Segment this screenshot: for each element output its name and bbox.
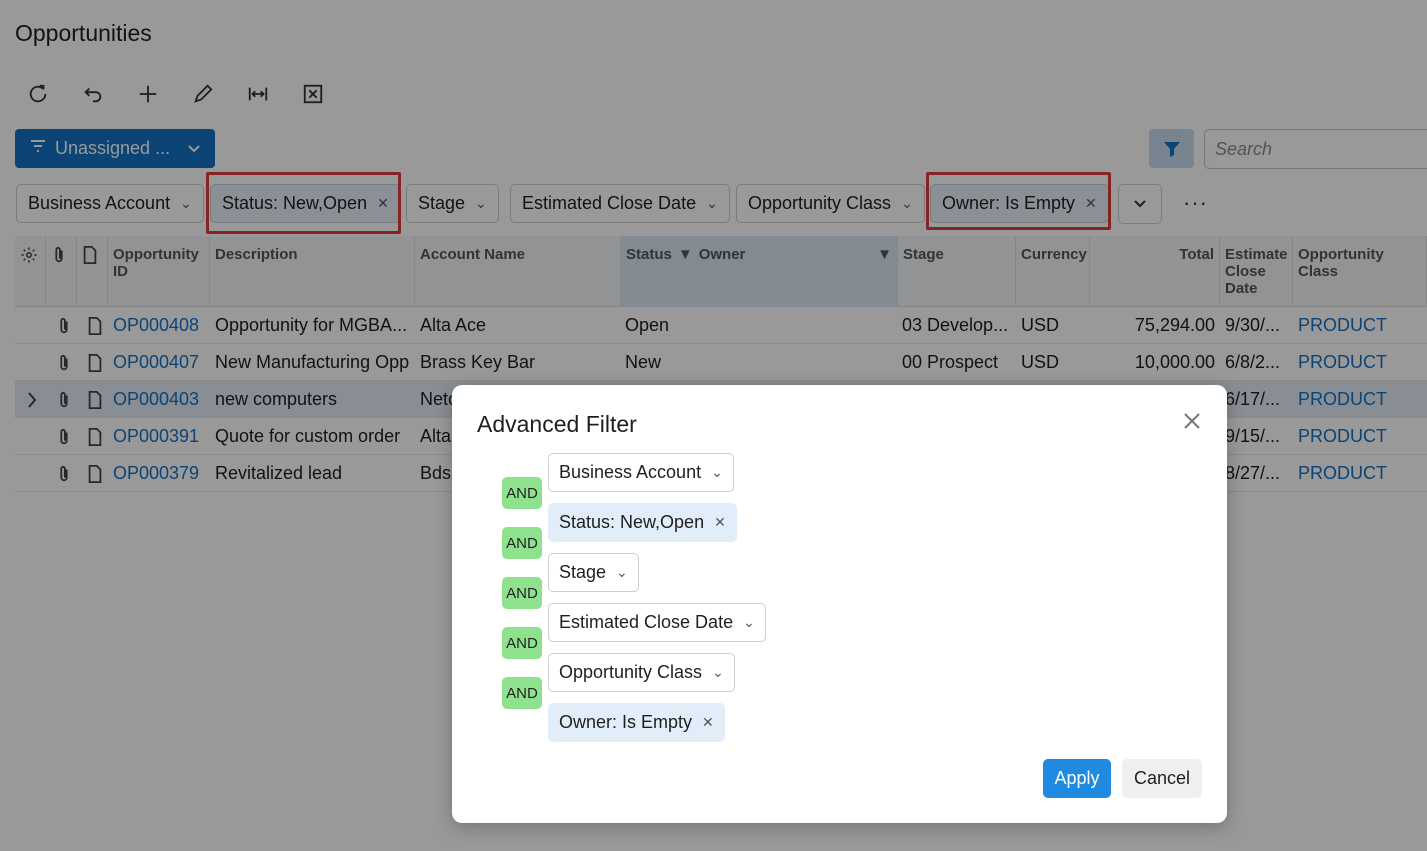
condition-label: Estimated Close Date [559, 612, 734, 632]
condition-chip-status[interactable]: Status: New,Open ✕ [548, 503, 737, 542]
and-operator-badge[interactable]: AND [502, 477, 542, 509]
cancel-button[interactable]: Cancel [1122, 759, 1202, 798]
chevron-down-icon: ⌄ [616, 564, 628, 580]
apply-button[interactable]: Apply [1043, 759, 1111, 798]
condition-chip-owner[interactable]: Owner: Is Empty ✕ [548, 703, 725, 742]
close-icon [1184, 413, 1200, 429]
close-button[interactable] [1180, 409, 1204, 433]
condition-chip-business-account[interactable]: Business Account ⌄ [548, 453, 734, 492]
condition-chip-opportunity-class[interactable]: Opportunity Class ⌄ [548, 653, 735, 692]
condition-chip-estimated-close-date[interactable]: Estimated Close Date ⌄ [548, 603, 766, 642]
chevron-down-icon: ⌄ [711, 464, 723, 480]
close-icon[interactable]: ✕ [714, 514, 726, 531]
condition-label: Owner: Is Empty [559, 712, 693, 732]
and-operator-badge[interactable]: AND [502, 577, 542, 609]
close-icon[interactable]: ✕ [702, 714, 714, 731]
and-operator-badge[interactable]: AND [502, 527, 542, 559]
chevron-down-icon: ⌄ [712, 664, 724, 680]
condition-label: Business Account [559, 462, 702, 482]
condition-label: Status: New,Open [559, 512, 705, 532]
and-operator-badge[interactable]: AND [502, 627, 542, 659]
chevron-down-icon: ⌄ [743, 614, 755, 630]
condition-label: Stage [559, 562, 607, 582]
condition-label: Opportunity Class [559, 662, 703, 682]
and-operator-badge[interactable]: AND [502, 677, 542, 709]
dialog-title: Advanced Filter [477, 411, 637, 437]
advanced-filter-dialog: Advanced Filter AND AND AND AND AND Busi… [452, 385, 1227, 823]
condition-chip-stage[interactable]: Stage ⌄ [548, 553, 639, 592]
